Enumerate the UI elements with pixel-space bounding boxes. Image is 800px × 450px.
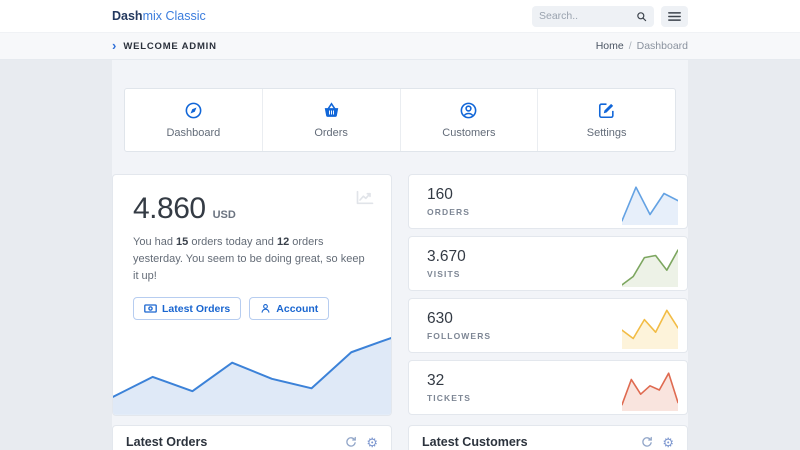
- account-button-label: Account: [276, 303, 318, 315]
- nav-card-dashboard[interactable]: Dashboard: [125, 89, 263, 151]
- visits-sparkline-chart: [622, 245, 678, 287]
- followers-stat-value: 630: [427, 310, 491, 328]
- chart-line-icon: [355, 189, 375, 206]
- orders-yesterday-count: 12: [277, 236, 289, 248]
- visits-stat-value: 3.670: [427, 248, 466, 266]
- orders-stat-label: ORDERS: [427, 207, 470, 217]
- banknote-icon: [144, 304, 157, 313]
- tickets-stat-value: 32: [427, 372, 471, 390]
- main-content: Dashboard Orders: [0, 60, 800, 450]
- nav-card-label: Customers: [442, 127, 495, 139]
- tickets-stat-label: TICKETS: [427, 393, 471, 403]
- nav-card-label: Dashboard: [166, 127, 220, 139]
- earnings-currency: USD: [213, 209, 236, 221]
- tickets-stat-card[interactable]: 32 TICKETS: [408, 360, 688, 415]
- page-title: WELCOME ADMIN: [123, 41, 216, 52]
- breadcrumb-home-link[interactable]: Home: [596, 40, 624, 52]
- earnings-amount: 4.860: [133, 192, 206, 226]
- latest-orders-button[interactable]: Latest Orders: [133, 297, 241, 320]
- followers-sparkline-chart: [622, 307, 678, 349]
- earnings-description: You had 15 orders today and 12 orders ye…: [133, 234, 371, 285]
- latest-orders-button-label: Latest Orders: [162, 303, 230, 315]
- person-icon: [260, 303, 271, 314]
- orders-today-count: 15: [176, 236, 188, 248]
- chevron-right-icon: ›: [112, 39, 116, 52]
- nav-card-orders[interactable]: Orders: [263, 89, 401, 151]
- nav-card-customers[interactable]: Customers: [401, 89, 539, 151]
- followers-stat-card[interactable]: 630 FOLLOWERS: [408, 298, 688, 353]
- breadcrumb-separator: /: [629, 40, 632, 52]
- followers-stat-label: FOLLOWERS: [427, 331, 491, 341]
- latest-customers-panel-title: Latest Customers: [422, 435, 528, 449]
- brand-bold: Dash: [112, 9, 143, 23]
- nav-card-label: Settings: [587, 127, 627, 139]
- earnings-area-chart: [113, 320, 391, 415]
- brand-logo[interactable]: Dashmix Classic: [112, 9, 206, 23]
- nav-card-settings[interactable]: Settings: [538, 89, 675, 151]
- breadcrumb: Home / Dashboard: [596, 40, 688, 52]
- refresh-icon[interactable]: [345, 436, 357, 448]
- compass-icon: [184, 101, 203, 120]
- latest-orders-panel: Latest Orders ⚙: [112, 425, 392, 450]
- search-input[interactable]: [539, 10, 631, 22]
- basket-icon: [322, 101, 341, 120]
- brand-rest: mix Classic: [143, 9, 206, 23]
- search-box: [532, 6, 654, 27]
- breadcrumb-current: Dashboard: [637, 40, 688, 52]
- edit-icon: [597, 101, 616, 120]
- refresh-icon[interactable]: [641, 436, 653, 448]
- orders-stat-value: 160: [427, 186, 470, 204]
- top-header: Dashmix Classic: [0, 0, 800, 33]
- magnifier-icon[interactable]: [636, 11, 647, 22]
- visits-stat-card[interactable]: 3.670 VISITS: [408, 236, 688, 291]
- orders-stat-card[interactable]: 160 ORDERS: [408, 174, 688, 229]
- earnings-summary-card: 4.860 USD You had 15 orders today and 12…: [112, 174, 392, 416]
- latest-orders-panel-title: Latest Orders: [126, 435, 207, 449]
- user-circle-icon: [459, 101, 478, 120]
- gear-icon[interactable]: ⚙: [662, 436, 674, 449]
- latest-customers-panel: Latest Customers ⚙: [408, 425, 688, 450]
- nav-card-label: Orders: [314, 127, 348, 139]
- quick-nav-block: Dashboard Orders: [124, 88, 676, 152]
- page-header-bar: › WELCOME ADMIN Home / Dashboard: [0, 33, 800, 60]
- tickets-sparkline-chart: [622, 369, 678, 411]
- account-button[interactable]: Account: [249, 297, 329, 320]
- visits-stat-label: VISITS: [427, 269, 466, 279]
- gear-icon[interactable]: ⚙: [366, 436, 378, 449]
- orders-sparkline-chart: [622, 183, 678, 225]
- hamburger-icon[interactable]: [661, 6, 688, 27]
